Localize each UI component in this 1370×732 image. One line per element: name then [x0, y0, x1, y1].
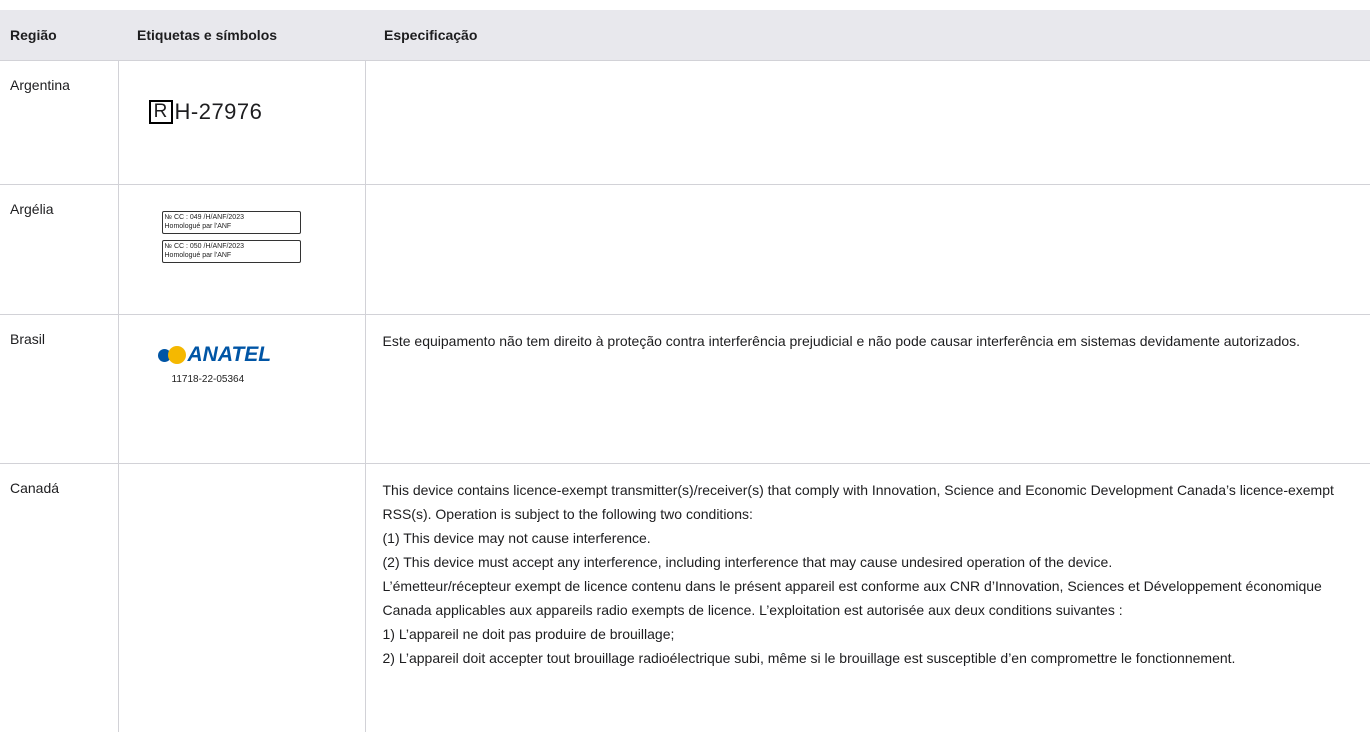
spec-cell: This device contains licence-exempt tran… — [365, 464, 1370, 732]
column-header-labels: Etiquetas e símbolos — [118, 10, 365, 61]
label-cell: R H-27976 — [118, 61, 365, 185]
spec-paragraph: 2) L’appareil doit accepter tout brouill… — [383, 646, 1353, 670]
column-header-specification: Especificação — [365, 10, 1370, 61]
regulatory-table: Região Etiquetas e símbolos Especificaçã… — [0, 10, 1370, 732]
anf-certificate-number: № CC : 050 /H/ANF/2023 — [165, 242, 298, 251]
anf-homologation-text: Homologué par l'ANF — [165, 222, 298, 231]
anf-certificate-label: № CC : 049 /H/ANF/2023 Homologué par l'A… — [162, 211, 301, 234]
table-row: Argélia № CC : 049 /H/ANF/2023 Homologué… — [0, 185, 1370, 315]
r-mark-logo: R H-27976 — [149, 100, 355, 124]
anf-certificate-label: № CC : 050 /H/ANF/2023 Homologué par l'A… — [162, 240, 301, 263]
spec-paragraph: Este equipamento não tem direito à prote… — [383, 329, 1353, 353]
anf-certificate-number: № CC : 049 /H/ANF/2023 — [165, 213, 298, 222]
spec-paragraph: (2) This device must accept any interfer… — [383, 550, 1353, 574]
region-cell: Argentina — [0, 61, 118, 185]
table-row: Brasil ANATEL 11718-22-05364 Este equipa… — [0, 315, 1370, 464]
header-row: Região Etiquetas e símbolos Especificaçã… — [0, 10, 1370, 61]
spec-paragraph: This device contains licence-exempt tran… — [383, 478, 1353, 526]
table-row: Argentina R H-27976 — [0, 61, 1370, 185]
label-cell — [118, 464, 365, 732]
anatel-code: 11718-22-05364 — [172, 373, 298, 386]
region-cell: Argélia — [0, 185, 118, 315]
spec-cell — [365, 185, 1370, 315]
spec-paragraph: L’émetteur/récepteur exempt de licence c… — [383, 574, 1353, 622]
table-row: Canadá This device contains licence-exem… — [0, 464, 1370, 732]
r-mark-icon: R — [149, 100, 173, 124]
region-cell: Brasil — [0, 315, 118, 464]
anatel-logo: ANATEL 11718-22-05364 — [158, 342, 298, 386]
anatel-wordmark: ANATEL — [188, 343, 272, 367]
spec-paragraph: 1) L’appareil ne doit pas produire de br… — [383, 622, 1353, 646]
label-cell: № CC : 049 /H/ANF/2023 Homologué par l'A… — [118, 185, 365, 315]
label-cell: ANATEL 11718-22-05364 — [118, 315, 365, 464]
spec-paragraph: (1) This device may not cause interferen… — [383, 526, 1353, 550]
anf-homologation-text: Homologué par l'ANF — [165, 251, 298, 260]
r-mark-code: H-27976 — [175, 100, 263, 124]
region-cell: Canadá — [0, 464, 118, 732]
spec-cell — [365, 61, 1370, 185]
column-header-region: Região — [0, 10, 118, 61]
spec-cell: Este equipamento não tem direito à prote… — [365, 315, 1370, 464]
anatel-yellow-dot-icon — [168, 346, 186, 364]
